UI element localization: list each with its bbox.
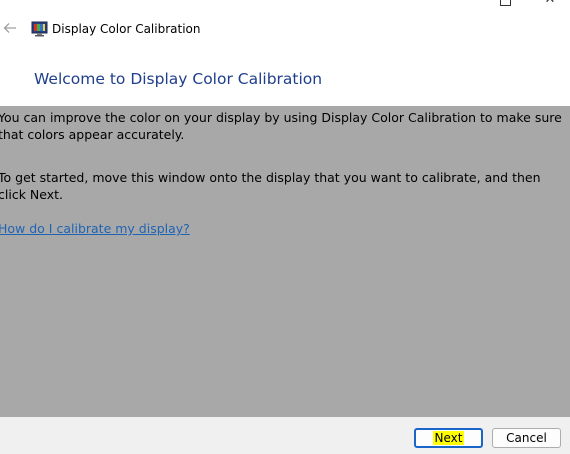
content-panel: You can improve the color on your displa… [0, 106, 570, 417]
help-link[interactable]: How do I calibrate my display? [0, 220, 190, 237]
window-title: Display Color Calibration [52, 22, 201, 36]
cancel-button[interactable]: Cancel [492, 428, 561, 448]
back-arrow-icon[interactable] [3, 21, 19, 37]
monitor-calibration-icon [31, 21, 49, 37]
next-button[interactable]: Next [414, 428, 483, 448]
next-button-label: Next [432, 431, 465, 445]
page-title: Welcome to Display Color Calibration [34, 70, 323, 88]
intro-paragraph: You can improve the color on your displa… [0, 110, 562, 142]
maximize-icon [499, 0, 511, 6]
maximize-button[interactable] [497, 0, 513, 8]
footer-bar: Next Cancel [0, 417, 570, 454]
instruction-paragraph: To get started, move this window onto th… [0, 170, 541, 202]
title-bar: ✕ Display Color Calibration [0, 0, 570, 56]
close-button[interactable]: ✕ [542, 0, 558, 8]
close-icon: ✕ [545, 0, 556, 7]
